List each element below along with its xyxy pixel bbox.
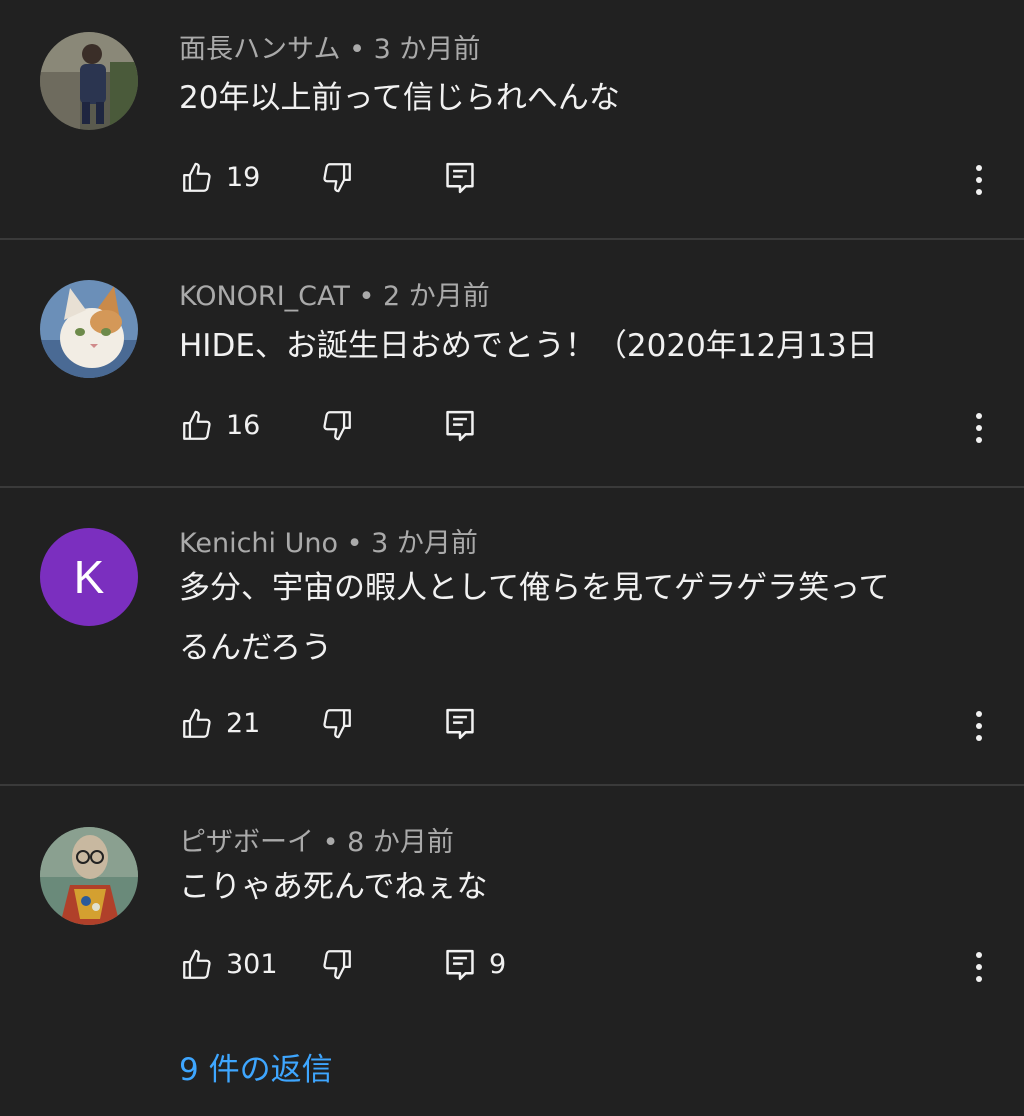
more-options-button[interactable] (966, 410, 992, 446)
like-count: 19 (226, 162, 261, 193)
comment-meta: ピザボーイ • 8 か月前 (179, 825, 454, 861)
comment-text: こりゃあ死んでねぇな (179, 857, 979, 917)
thumb-down-icon (323, 163, 351, 193)
separator-dot: • (358, 281, 375, 312)
avatar[interactable] (40, 280, 138, 378)
thumb-up-icon (183, 162, 211, 192)
separator-dot: • (349, 34, 365, 65)
reply-comment-icon (446, 410, 474, 442)
comment-text: HIDE、お誕生日おめでとう！（2020年12月13日 (179, 316, 979, 376)
thumb-down-icon (323, 709, 351, 739)
reply-button[interactable] (443, 160, 477, 196)
avatar[interactable] (40, 827, 138, 925)
reply-comment-icon (446, 162, 474, 194)
more-vertical-icon (976, 711, 982, 741)
dislike-button[interactable] (320, 408, 354, 442)
avatar-letter: K (73, 551, 105, 603)
comment-time: 8 か月前 (347, 827, 454, 858)
avatar[interactable] (40, 32, 138, 130)
like-button[interactable]: 21 (180, 706, 260, 742)
thumb-up-icon (183, 949, 211, 979)
thumb-down-icon (323, 411, 351, 441)
avatar[interactable]: K (40, 528, 138, 626)
reply-count: 9 (489, 949, 507, 980)
more-vertical-icon (976, 165, 982, 195)
dislike-button[interactable] (320, 160, 354, 194)
like-count: 301 (226, 949, 278, 980)
reply-button[interactable] (443, 408, 477, 444)
avatar-art-icon (40, 827, 138, 925)
comment-text-line: 多分、宇宙の暇人として俺らを見てゲラゲラ笑って (179, 570, 890, 606)
author-name[interactable]: 面長ハンサム (179, 34, 340, 65)
like-count: 16 (226, 410, 261, 441)
comment-item: ピザボーイ • 8 か月前 こりゃあ死んでねぇな 301 9 (0, 786, 1024, 1116)
comment-text-line: るんだろう (179, 630, 333, 666)
more-options-button[interactable] (966, 949, 992, 985)
author-name[interactable]: ピザボーイ (179, 827, 314, 858)
comment-text-line: HIDE、お誕生日おめでとう！（2020年12月13日 (179, 328, 878, 364)
comment-text-line: こりゃあ死んでねぇな (179, 869, 488, 905)
comment-text: 20年以上前って信じられへんな (179, 68, 979, 128)
comment-time: 3 か月前 (371, 528, 478, 559)
thumb-down-icon (323, 950, 351, 980)
reply-comment-icon (446, 708, 474, 740)
comment-text-line: 20年以上前って信じられへんな (179, 80, 620, 116)
more-vertical-icon (976, 952, 982, 982)
reply-button[interactable] (443, 706, 477, 742)
comment-meta: Kenichi Uno • 3 か月前 (179, 526, 478, 562)
comment-time: 2 か月前 (383, 281, 490, 312)
like-count: 21 (226, 708, 261, 739)
comment-item: K Kenichi Uno • 3 か月前 多分、宇宙の暇人として俺らを見てゲラ… (0, 488, 1024, 784)
dislike-button[interactable] (320, 947, 354, 981)
thumb-up-icon (183, 410, 211, 440)
author-name[interactable]: KONORI_CAT (179, 281, 350, 312)
more-vertical-icon (976, 413, 982, 443)
more-options-button[interactable] (966, 708, 992, 744)
view-replies-link[interactable]: 9 件の返信 (179, 1050, 333, 1090)
thumb-up-icon (183, 708, 211, 738)
reply-comment-icon (446, 949, 474, 981)
separator-dot: • (322, 827, 339, 858)
comment-meta: KONORI_CAT • 2 か月前 (179, 279, 490, 315)
reply-button[interactable]: 9 (443, 947, 506, 983)
like-button[interactable]: 301 (180, 947, 278, 983)
dislike-button[interactable] (320, 706, 354, 740)
separator-dot: • (346, 528, 363, 559)
author-name[interactable]: Kenichi Uno (179, 528, 338, 559)
avatar-photo-icon (40, 32, 138, 130)
comment-time: 3 か月前 (373, 34, 481, 65)
comment-meta: 面長ハンサム • 3 か月前 (179, 32, 480, 68)
comment-item: 面長ハンサム • 3 か月前 20年以上前って信じられへんな 19 (0, 0, 1024, 238)
comment-text: 多分、宇宙の暇人として俺らを見てゲラゲラ笑って るんだろう (179, 558, 979, 678)
like-button[interactable]: 19 (180, 160, 260, 196)
avatar-cat-icon (40, 280, 138, 378)
comment-item: KONORI_CAT • 2 か月前 HIDE、お誕生日おめでとう！（2020年… (0, 240, 1024, 486)
like-button[interactable]: 16 (180, 408, 260, 444)
more-options-button[interactable] (966, 162, 992, 198)
